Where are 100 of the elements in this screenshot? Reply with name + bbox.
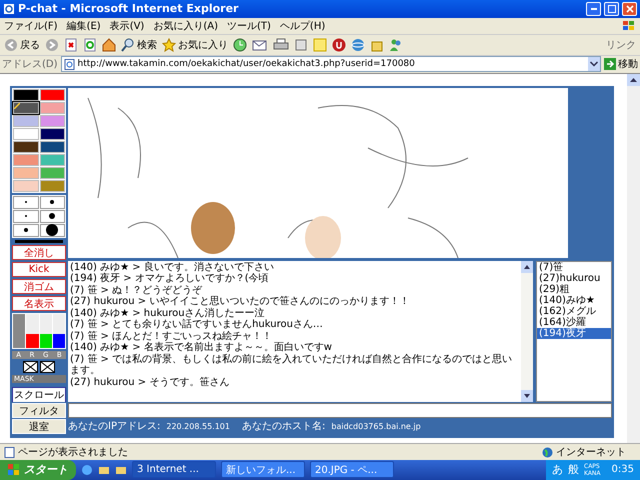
menu-item[interactable]: お気に入り(A) bbox=[153, 18, 218, 33]
color-swatch[interactable] bbox=[40, 114, 65, 127]
color-swatch[interactable] bbox=[40, 180, 65, 192]
menu-item[interactable]: ツール(T) bbox=[227, 18, 271, 33]
scroll-down-icon[interactable] bbox=[521, 390, 533, 402]
pen-size-button[interactable] bbox=[40, 210, 65, 223]
user-list-item[interactable]: (27)hukurou bbox=[537, 272, 611, 284]
exit-button[interactable]: 退室 bbox=[12, 418, 66, 434]
color-slider[interactable] bbox=[26, 314, 38, 348]
go-button[interactable]: 移動 bbox=[604, 56, 638, 72]
chat-message: (7) 笹 > とても余りない話ですいませんhukurouさん… bbox=[70, 319, 324, 331]
scrollbar[interactable] bbox=[521, 260, 533, 402]
dot-icon bbox=[24, 215, 27, 218]
maximize-button[interactable] bbox=[604, 2, 619, 16]
search-icon bbox=[121, 38, 135, 52]
favorites-button[interactable]: お気に入り bbox=[162, 36, 228, 54]
user-list-item[interactable]: (7)笹 bbox=[537, 262, 611, 273]
tool-button[interactable]: 消ゴム bbox=[12, 278, 66, 294]
color-swatch[interactable] bbox=[13, 140, 38, 153]
user-list-item[interactable]: (164)沙羅 bbox=[537, 316, 611, 328]
chat-message: (140) みゆ★ > hukurouさん消したーー泣 bbox=[70, 308, 266, 319]
history-icon[interactable] bbox=[233, 38, 247, 52]
refresh-icon[interactable] bbox=[83, 38, 97, 52]
minimize-icon bbox=[590, 8, 596, 10]
browser-icon bbox=[3, 2, 15, 15]
taskbar-button[interactable]: 新しいフォル... bbox=[221, 461, 305, 478]
chat-message: (7) 笹 > ぬ！？どうぞどうぞ bbox=[70, 284, 204, 296]
color-swatch[interactable] bbox=[40, 88, 65, 101]
network-icon[interactable] bbox=[351, 38, 365, 52]
taskbar-button[interactable]: 20.JPG - ペ... bbox=[310, 461, 394, 478]
line-preview bbox=[15, 240, 63, 243]
search-button[interactable]: 検索 bbox=[121, 36, 157, 54]
user-list-item[interactable]: (162)メグル bbox=[537, 306, 611, 317]
print-icon[interactable] bbox=[273, 38, 289, 52]
star-icon bbox=[162, 38, 176, 52]
dot-icon bbox=[24, 228, 28, 232]
filter-button[interactable]: フィルタ bbox=[12, 402, 66, 418]
home-icon[interactable] bbox=[102, 38, 116, 52]
windows-flag-icon bbox=[622, 20, 636, 32]
color-swatch[interactable] bbox=[13, 88, 38, 101]
close-button[interactable] bbox=[622, 2, 637, 16]
go-arrow-icon bbox=[604, 58, 616, 70]
envelope-icon[interactable] bbox=[40, 360, 55, 373]
messenger-icon[interactable] bbox=[389, 38, 403, 52]
minimize-button[interactable] bbox=[586, 2, 601, 16]
host-value: baidcd03765.bai.ne.jp bbox=[331, 422, 421, 431]
start-button[interactable]: スタート bbox=[0, 460, 76, 480]
user-list-item[interactable]: (194)夜牙 bbox=[537, 328, 611, 339]
color-slider[interactable] bbox=[40, 314, 52, 348]
scroll-button[interactable]: スクロール bbox=[12, 386, 66, 402]
envelope-icon[interactable] bbox=[23, 360, 38, 373]
links-label[interactable]: リンク bbox=[606, 38, 636, 52]
dot-icon bbox=[46, 224, 58, 236]
menu-item[interactable]: 編集(E) bbox=[66, 18, 101, 33]
ip-label: あなたのIPアドレス: bbox=[68, 420, 160, 434]
menu-item[interactable]: ファイル(F) bbox=[4, 18, 58, 33]
mail-icon[interactable] bbox=[252, 38, 268, 52]
dot-icon bbox=[50, 200, 54, 204]
color-swatch[interactable] bbox=[40, 166, 65, 179]
color-swatch[interactable] bbox=[40, 102, 65, 114]
chat-message: (7) 笹 > ほんとだ！すごいっスね絵チャ！！ bbox=[70, 330, 274, 342]
chat-message: (194) 夜牙 > オマケよろしいですか？(今頃 bbox=[70, 273, 270, 285]
pen-size-button[interactable] bbox=[40, 196, 65, 209]
address-label: アドレス(D) bbox=[2, 58, 58, 72]
user-list-item[interactable]: (29)粗 bbox=[537, 284, 611, 295]
page-icon bbox=[4, 446, 15, 458]
host-label: あなたのホスト名: bbox=[242, 420, 326, 434]
page-scrollbar[interactable] bbox=[627, 74, 640, 444]
pen-size-button[interactable] bbox=[13, 224, 38, 237]
browser-icon[interactable] bbox=[81, 464, 93, 476]
color-swatch[interactable] bbox=[13, 154, 38, 166]
tool-button[interactable]: Kick bbox=[12, 262, 66, 277]
color-slider[interactable] bbox=[13, 314, 26, 348]
page-icon bbox=[64, 58, 75, 70]
pen-size-button[interactable] bbox=[40, 224, 65, 237]
scroll-up-icon[interactable] bbox=[627, 74, 640, 86]
color-swatch[interactable] bbox=[40, 140, 65, 153]
status-text: ページが表示されました bbox=[18, 446, 128, 460]
stop-icon[interactable] bbox=[64, 38, 78, 52]
address-field[interactable]: http://www.takamin.com/oekakichat/user/oekakichat3.php?userid=170080 bbox=[60, 56, 601, 72]
color-swatch[interactable] bbox=[40, 154, 65, 166]
scroll-up-icon[interactable] bbox=[521, 260, 533, 273]
message-input[interactable] bbox=[68, 402, 612, 418]
menu-item[interactable]: ヘルプ(H) bbox=[280, 18, 326, 33]
color-swatch[interactable] bbox=[13, 166, 38, 179]
color-slider[interactable] bbox=[52, 314, 65, 348]
color-swatch[interactable] bbox=[40, 128, 65, 140]
user-list-item[interactable]: (140)みゆ★ bbox=[537, 294, 611, 306]
color-swatch[interactable] bbox=[13, 128, 38, 140]
tool-button[interactable]: 全消し bbox=[12, 244, 66, 260]
color-swatch[interactable] bbox=[13, 102, 38, 114]
back-button[interactable]: 戻る bbox=[4, 36, 40, 54]
close-icon bbox=[626, 4, 634, 13]
menu-item[interactable]: 表示(V) bbox=[110, 18, 144, 33]
chat-message: (27) hukurou > そうです。笹さん bbox=[70, 376, 230, 388]
taskbar-button[interactable]: 3 Internet ... bbox=[132, 461, 216, 478]
tool-button[interactable]: 名表示 bbox=[12, 296, 66, 311]
color-swatch[interactable] bbox=[13, 180, 38, 192]
color-swatch[interactable] bbox=[13, 114, 38, 127]
chat-message: (140) みゆ★ > 良いです。消さないで下さい bbox=[70, 262, 275, 273]
